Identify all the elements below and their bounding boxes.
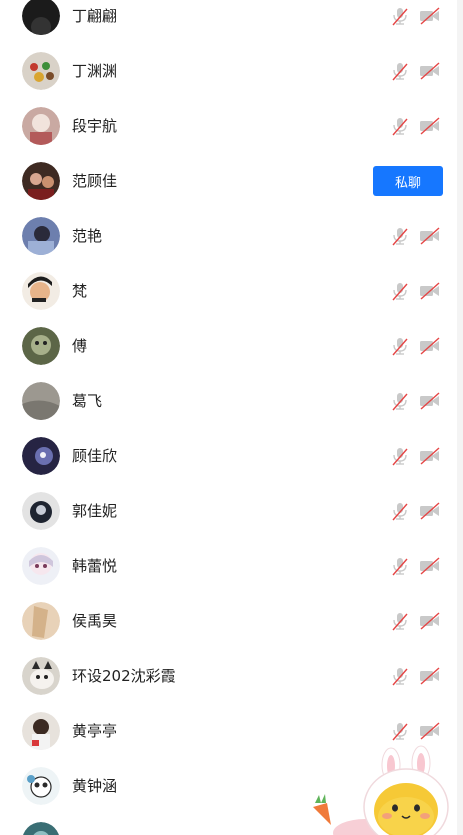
avatar: [22, 272, 60, 310]
camera-off-icon[interactable]: [418, 446, 442, 466]
mic-muted-icon[interactable]: [390, 281, 410, 301]
mic-muted-icon[interactable]: [390, 336, 410, 356]
participant-row[interactable]: 丁渊渊: [0, 44, 463, 99]
mic-muted-icon[interactable]: [390, 6, 410, 26]
participant-list-panel: 丁翩翩丁渊渊段宇航范顾佳 私聊范艳梵傅葛飞顾佳欣郭佳妮韩蕾悦侯禹昊环设202沈彩霞…: [0, 0, 463, 835]
avatar: [22, 492, 60, 530]
participant-row[interactable]: 范艳: [0, 209, 463, 264]
avatar: [22, 602, 60, 640]
camera-off-icon[interactable]: [418, 226, 442, 246]
participant-name: 梵: [72, 282, 88, 300]
participant-row[interactable]: 侯禹昊: [0, 594, 463, 649]
avatar: [22, 217, 60, 255]
avatar: [22, 657, 60, 695]
camera-off-icon[interactable]: [418, 61, 442, 81]
avatar: [22, 52, 60, 90]
participant-name: 郭佳妮: [72, 502, 118, 520]
mic-muted-icon[interactable]: [390, 446, 410, 466]
participant-row[interactable]: 傅: [0, 319, 463, 374]
participant-name: 黄钟涵: [72, 777, 118, 795]
participant-row[interactable]: 范顾佳 私聊: [0, 154, 463, 209]
avatar: [22, 382, 60, 420]
mic-muted-icon[interactable]: [390, 611, 410, 631]
floating-mascot-widget[interactable]: [305, 745, 463, 835]
mic-muted-icon[interactable]: [390, 556, 410, 576]
participant-name: 韩蕾悦: [72, 557, 118, 575]
camera-off-icon[interactable]: [418, 721, 442, 741]
participant-row[interactable]: 葛飞: [0, 374, 463, 429]
camera-off-icon[interactable]: [418, 501, 442, 521]
participant-row[interactable]: 韩蕾悦: [0, 539, 463, 594]
participant-name: 傅: [72, 337, 88, 355]
participant-name: 丁翩翩: [72, 7, 118, 25]
private-chat-button[interactable]: 私聊: [373, 166, 443, 196]
avatar: [22, 767, 60, 805]
avatar: [22, 822, 60, 835]
bunny-mascot-icon: [313, 745, 449, 835]
avatar: [22, 0, 60, 35]
mic-muted-icon[interactable]: [390, 226, 410, 246]
camera-off-icon[interactable]: [418, 6, 442, 26]
mic-muted-icon[interactable]: [390, 391, 410, 411]
participant-row[interactable]: 顾佳欣: [0, 429, 463, 484]
avatar: [22, 437, 60, 475]
participant-name: 丁渊渊: [72, 62, 118, 80]
camera-off-icon[interactable]: [418, 556, 442, 576]
avatar: [22, 547, 60, 585]
participant-name: 顾佳欣: [72, 447, 118, 465]
mic-muted-icon[interactable]: [390, 666, 410, 686]
participant-name: 段宇航: [72, 117, 118, 135]
camera-off-icon[interactable]: [418, 281, 442, 301]
participant-name: 葛飞: [72, 392, 103, 410]
camera-off-icon[interactable]: [418, 611, 442, 631]
participant-row[interactable]: 环设202沈彩霞: [0, 649, 463, 704]
avatar: [22, 712, 60, 750]
camera-off-icon[interactable]: [418, 391, 442, 411]
mic-muted-icon[interactable]: [390, 501, 410, 521]
mic-muted-icon[interactable]: [390, 116, 410, 136]
avatar: [22, 107, 60, 145]
participant-row[interactable]: 梵: [0, 264, 463, 319]
participant-row[interactable]: 段宇航: [0, 99, 463, 154]
participant-name: 黄亭亭: [72, 722, 118, 740]
avatar: [22, 162, 60, 200]
camera-off-icon[interactable]: [418, 666, 442, 686]
mic-muted-icon[interactable]: [390, 61, 410, 81]
participant-row[interactable]: 郭佳妮: [0, 484, 463, 539]
participant-row[interactable]: 丁翩翩: [0, 0, 463, 44]
participant-name: 环设202沈彩霞: [72, 667, 176, 685]
camera-off-icon[interactable]: [418, 336, 442, 356]
mic-muted-icon[interactable]: [390, 721, 410, 741]
camera-off-icon[interactable]: [418, 116, 442, 136]
avatar: [22, 327, 60, 365]
participant-name: 范顾佳: [72, 172, 118, 190]
participant-name: 侯禹昊: [72, 612, 118, 630]
participant-name: 范艳: [72, 227, 103, 245]
